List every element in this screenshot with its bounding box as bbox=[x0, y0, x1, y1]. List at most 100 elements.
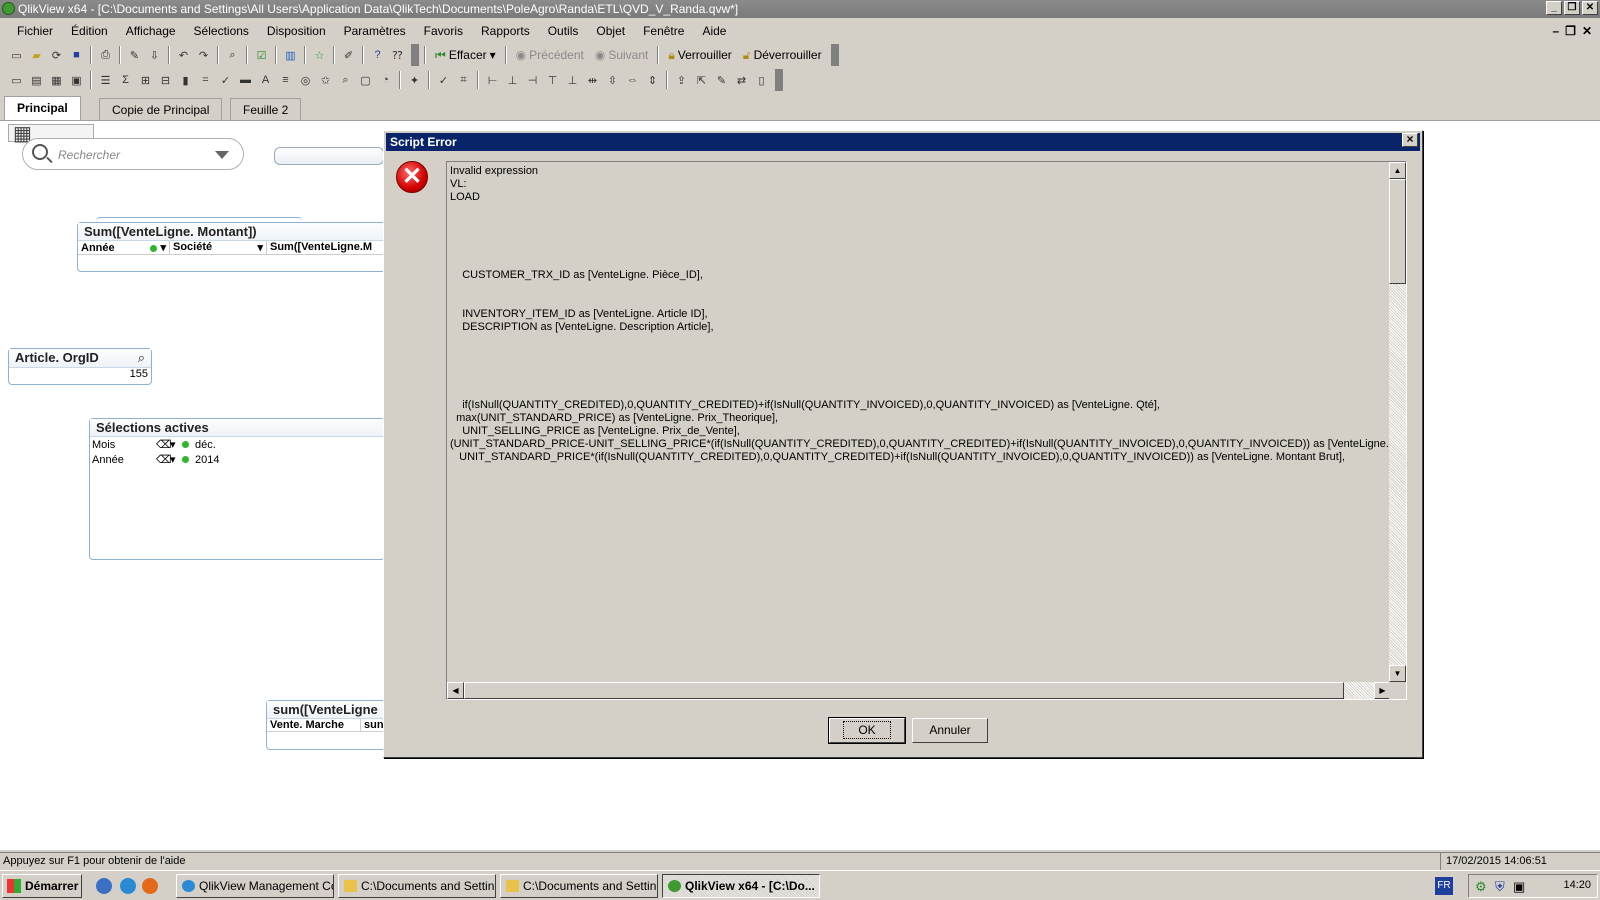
context-help-icon[interactable]: ⁇ bbox=[389, 47, 406, 64]
col-societe[interactable]: Société bbox=[173, 241, 212, 254]
col-sum-montant[interactable]: Sum([VenteLigne.M bbox=[267, 241, 386, 254]
menu-selections[interactable]: Sélections bbox=[185, 21, 258, 41]
doc-restore-button[interactable]: ❐ bbox=[1565, 24, 1576, 38]
sort-arrow-icon[interactable]: ▾ bbox=[257, 241, 263, 254]
save-icon[interactable]: ■ bbox=[68, 47, 85, 64]
input-box-icon[interactable]: = bbox=[197, 72, 214, 89]
sum-table-2[interactable]: sum([VenteLigne Vente. Marche sun bbox=[266, 700, 388, 750]
doc-close-button[interactable]: ✕ bbox=[1582, 24, 1592, 38]
table-icon[interactable]: ⊞ bbox=[137, 72, 154, 89]
menu-aide[interactable]: Aide bbox=[693, 21, 735, 41]
task-explorer-2[interactable]: C:\Documents and Settin... bbox=[500, 874, 658, 898]
toolbar-grip[interactable] bbox=[830, 44, 839, 66]
bookmark-icon[interactable]: ✩ bbox=[317, 72, 334, 89]
network-tray-icon[interactable]: ⚙ bbox=[1475, 879, 1487, 895]
minimize-button[interactable]: _ bbox=[1546, 1, 1562, 15]
redo-icon[interactable]: ↷ bbox=[195, 47, 212, 64]
task-qlikview-management[interactable]: QlikView Management Co... bbox=[176, 874, 334, 898]
scroll-down-icon[interactable]: ▼ bbox=[1389, 665, 1406, 682]
bar-chart-icon[interactable]: ▮ bbox=[177, 72, 194, 89]
space-v-icon[interactable]: ⇕ bbox=[644, 72, 661, 89]
network-icon[interactable]: ⇄ bbox=[733, 72, 750, 89]
chevron-down-icon[interactable]: ▾ bbox=[170, 453, 182, 466]
pivot-icon[interactable]: ⊟ bbox=[157, 72, 174, 89]
task-qlikview[interactable]: QlikView x64 - [C:\Do... bbox=[662, 874, 820, 898]
select-check-icon[interactable]: ☑ bbox=[253, 47, 270, 64]
undo-icon[interactable]: ↶ bbox=[175, 47, 192, 64]
sheet-properties-icon[interactable]: ▤ bbox=[28, 72, 45, 89]
toolbar-grip[interactable] bbox=[775, 69, 783, 91]
forward-button[interactable]: ◉ Suivant bbox=[591, 48, 653, 62]
sum-icon[interactable]: Σ bbox=[117, 72, 134, 89]
selection-row[interactable]: Mois ⌫ ▾ déc. bbox=[90, 437, 384, 452]
doc-minimize-button[interactable]: – bbox=[1552, 24, 1559, 38]
orgid-value[interactable]: 155 bbox=[9, 368, 151, 380]
line-icon[interactable]: ≡ bbox=[277, 72, 294, 89]
scroll-up-icon[interactable]: ▲ bbox=[1389, 162, 1406, 179]
tab-feuille-2[interactable]: Feuille 2 bbox=[230, 98, 302, 120]
unlock-button[interactable]: 🔓︎ Déverrouiller bbox=[739, 48, 826, 63]
layout-icon[interactable]: ▣ bbox=[68, 72, 85, 89]
monitor-icon[interactable]: ▣ bbox=[1513, 879, 1525, 895]
align-left-icon[interactable]: ⊢ bbox=[484, 72, 501, 89]
clock[interactable]: 14:20 bbox=[1563, 879, 1591, 891]
open-folder-icon[interactable]: ▰ bbox=[28, 47, 45, 64]
menu-disposition[interactable]: Disposition bbox=[258, 21, 335, 41]
dialog-close-button[interactable]: × bbox=[1402, 133, 1418, 147]
distribute-h-icon[interactable]: ⇹ bbox=[584, 72, 601, 89]
vertical-scrollbar[interactable]: ▲ ▼ bbox=[1389, 162, 1406, 682]
favorite-star-icon[interactable]: ☆ bbox=[311, 47, 328, 64]
print-icon[interactable]: ⎙ bbox=[97, 47, 114, 64]
toolbar-grip[interactable] bbox=[411, 44, 419, 66]
menu-fenetre[interactable]: Fenêtre bbox=[634, 21, 693, 41]
format-painter-icon[interactable]: ✓ bbox=[435, 72, 452, 89]
align-right-icon[interactable]: ⊣ bbox=[524, 72, 541, 89]
new-sheet-icon[interactable]: ▭ bbox=[8, 72, 25, 89]
search-object-icon[interactable]: ⌕ bbox=[337, 72, 354, 89]
firefox-icon[interactable] bbox=[142, 878, 158, 894]
maximize-button[interactable]: ❐ bbox=[1564, 1, 1580, 15]
search-box[interactable]: Rechercher bbox=[22, 138, 244, 170]
col-vente-marche[interactable]: Vente. Marche bbox=[267, 719, 361, 731]
menu-rapports[interactable]: Rapports bbox=[472, 21, 539, 41]
chart-icon[interactable]: ▥ bbox=[282, 47, 299, 64]
share-icon[interactable]: ⇪ bbox=[673, 72, 690, 89]
add-sheet-icon[interactable]: ▦ bbox=[48, 72, 65, 89]
back-button[interactable]: ◉ Précédent bbox=[512, 48, 588, 62]
selection-row[interactable]: Année ⌫ ▾ 2014 bbox=[90, 452, 384, 467]
document-icon[interactable]: ▯ bbox=[753, 72, 770, 89]
align-bottom-icon[interactable]: ⊥ bbox=[564, 72, 581, 89]
clear-button[interactable]: ⏮ Effacer ▾ bbox=[431, 48, 500, 63]
menu-favoris[interactable]: Favoris bbox=[415, 21, 472, 41]
export-icon[interactable]: ⇱ bbox=[693, 72, 710, 89]
help-icon[interactable]: ? bbox=[369, 47, 386, 64]
desktop-icon[interactable] bbox=[96, 878, 112, 894]
sort-arrow-icon[interactable]: ▾ bbox=[160, 242, 166, 254]
scroll-left-icon[interactable]: ◀ bbox=[447, 682, 464, 699]
start-button[interactable]: Démarrer bbox=[2, 874, 82, 898]
tab-copie-de-principal[interactable]: Copie de Principal bbox=[99, 98, 223, 120]
space-h-icon[interactable]: ⇔ bbox=[624, 72, 641, 89]
listbox-icon[interactable]: ☰ bbox=[97, 72, 114, 89]
error-message-box[interactable]: Invalid expression VL: LOAD CUSTOMER_TRX… bbox=[446, 161, 1407, 700]
close-button[interactable]: ✕ bbox=[1582, 1, 1598, 15]
text-object-icon[interactable]: A bbox=[257, 72, 274, 89]
align-top-icon[interactable]: ⊤ bbox=[544, 72, 561, 89]
properties-icon[interactable]: ✎ bbox=[713, 72, 730, 89]
align-grid-icon[interactable]: ⌗ bbox=[455, 72, 472, 89]
menu-edition[interactable]: Édition bbox=[62, 21, 117, 41]
multi-box-partial[interactable] bbox=[274, 147, 384, 165]
wizard-icon[interactable]: ✦ bbox=[406, 72, 423, 89]
distribute-v-icon[interactable]: ⇳ bbox=[604, 72, 621, 89]
edit-script-icon[interactable]: ✎ bbox=[126, 47, 143, 64]
shield-icon[interactable]: ⛨ bbox=[1495, 879, 1505, 895]
search-icon[interactable]: ⌕ bbox=[224, 47, 241, 64]
ok-button[interactable]: OK bbox=[828, 717, 906, 744]
orgid-listbox[interactable]: Article. OrgID ⌕ 155 bbox=[8, 348, 152, 385]
lock-button[interactable]: 🔒︎ Verrouiller bbox=[664, 48, 735, 63]
chevron-down-icon[interactable] bbox=[215, 151, 229, 159]
sum-table[interactable]: Sum([VenteLigne. Montant]) Année ▾ Socié… bbox=[77, 222, 387, 272]
horizontal-scrollbar[interactable]: ◀ ▶ bbox=[447, 682, 1391, 699]
slider-icon[interactable]: ◎ bbox=[297, 72, 314, 89]
ie-icon[interactable] bbox=[120, 878, 136, 894]
